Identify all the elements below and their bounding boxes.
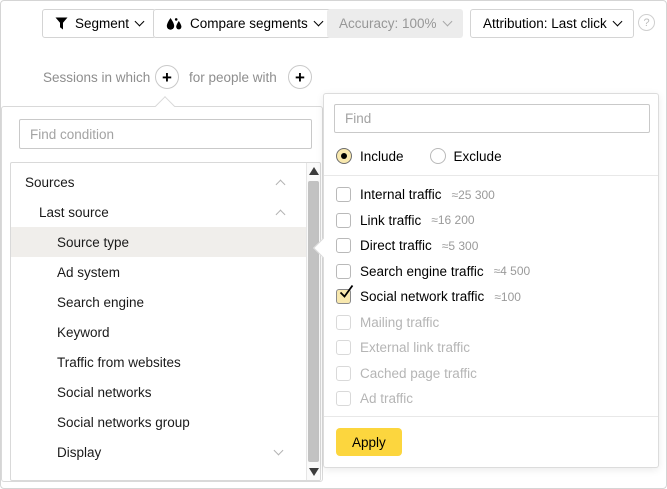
tree-item-traffic-from-websites[interactable]: Traffic from websites bbox=[11, 347, 306, 377]
exclude-label: Exclude bbox=[454, 149, 502, 164]
compare-segments-label: Compare segments bbox=[190, 16, 308, 31]
checkbox-icon bbox=[336, 315, 351, 330]
radio-icon[interactable] bbox=[430, 148, 446, 164]
option-cached-page-traffic: Cached page traffic bbox=[336, 361, 650, 387]
checkbox-icon bbox=[336, 366, 351, 381]
option-ad-traffic: Ad traffic bbox=[336, 386, 650, 412]
checkbox-icon bbox=[336, 391, 351, 406]
chevron-down-icon bbox=[313, 17, 323, 27]
tree-item-social-networks-group[interactable]: Social networks group bbox=[11, 407, 306, 437]
tree-item-ad-system[interactable]: Ad system bbox=[11, 257, 306, 287]
option-link-traffic[interactable]: Link traffic ≈16 200 bbox=[336, 208, 650, 234]
option-social-network-traffic[interactable]: Social network traffic ≈100 bbox=[336, 284, 650, 310]
tree-item-sources[interactable]: Sources bbox=[11, 167, 306, 197]
exclude-radio[interactable]: Exclude bbox=[430, 148, 502, 164]
tree-item-label: Keyword bbox=[57, 325, 110, 340]
tree-item-label: Social networks bbox=[57, 385, 152, 400]
scroll-up-icon[interactable] bbox=[309, 167, 319, 175]
source-type-popup: Include Exclude Internal traffic ≈25 300… bbox=[323, 93, 659, 468]
radio-selected-icon[interactable] bbox=[336, 148, 352, 164]
find-condition-input[interactable] bbox=[19, 119, 312, 149]
chevron-up-icon[interactable] bbox=[276, 209, 286, 219]
checkbox-icon[interactable] bbox=[336, 213, 351, 228]
add-people-condition-button[interactable]: + bbox=[288, 65, 312, 89]
tree-item-label: Traffic from websites bbox=[57, 355, 181, 370]
tree-item-search-engine[interactable]: Search engine bbox=[11, 287, 306, 317]
tree-item-source-type[interactable]: Source type bbox=[11, 227, 306, 257]
include-exclude-group: Include Exclude bbox=[336, 144, 502, 168]
apply-button[interactable]: Apply bbox=[336, 428, 402, 456]
find-input[interactable] bbox=[334, 104, 650, 133]
chevron-down-icon bbox=[612, 17, 622, 27]
option-internal-traffic[interactable]: Internal traffic ≈25 300 bbox=[336, 182, 650, 208]
checkbox-icon[interactable] bbox=[336, 264, 351, 279]
panel-caret bbox=[155, 96, 175, 116]
tree-item-social-networks[interactable]: Social networks bbox=[11, 377, 306, 407]
option-count: ≈25 300 bbox=[452, 188, 495, 202]
add-session-condition-button[interactable]: + bbox=[155, 65, 179, 89]
compare-droplets-icon bbox=[166, 17, 183, 31]
accuracy-dropdown[interactable]: Accuracy: 100% bbox=[327, 9, 463, 38]
filter-icon bbox=[55, 17, 68, 30]
attribution-label: Attribution: Last click bbox=[483, 16, 607, 31]
option-direct-traffic[interactable]: Direct traffic ≈5 300 bbox=[336, 233, 650, 259]
tree-item-label: Display bbox=[57, 445, 101, 460]
option-label: Search engine traffic bbox=[360, 264, 484, 279]
tree-item-keyword[interactable]: Keyword bbox=[11, 317, 306, 347]
scrollbar-thumb[interactable] bbox=[308, 181, 319, 462]
tree-item-last-source[interactable]: Last source bbox=[11, 197, 306, 227]
plus-icon: + bbox=[162, 69, 172, 86]
option-label: Ad traffic bbox=[360, 391, 413, 406]
option-mailing-traffic: Mailing traffic bbox=[336, 310, 650, 336]
chevron-up-icon[interactable] bbox=[276, 179, 286, 189]
include-radio[interactable]: Include bbox=[336, 148, 404, 164]
divider bbox=[324, 175, 658, 176]
include-label: Include bbox=[360, 149, 404, 164]
option-count: ≈4 500 bbox=[494, 264, 531, 278]
help-glyph: ? bbox=[643, 17, 649, 29]
segment-button-label: Segment bbox=[75, 16, 129, 31]
option-label: Social network traffic bbox=[360, 289, 484, 304]
attribution-dropdown[interactable]: Attribution: Last click bbox=[470, 9, 634, 38]
tree-item-label: Ad system bbox=[57, 265, 120, 280]
traffic-options-list: Internal traffic ≈25 300 Link traffic ≈1… bbox=[336, 182, 650, 412]
option-search-engine-traffic[interactable]: Search engine traffic ≈4 500 bbox=[336, 259, 650, 285]
accuracy-label: Accuracy: 100% bbox=[339, 16, 437, 31]
option-label: Direct traffic bbox=[360, 238, 432, 253]
chevron-down-icon[interactable] bbox=[274, 445, 284, 455]
tree-item-label: Source type bbox=[57, 235, 129, 250]
tree-item-label: Social networks group bbox=[57, 415, 190, 430]
condition-tree: Sources Last source Source type Ad syste… bbox=[10, 162, 321, 481]
chevron-down-icon bbox=[442, 17, 452, 27]
checkbox-icon[interactable] bbox=[336, 238, 351, 253]
segment-button[interactable]: Segment bbox=[42, 9, 156, 38]
option-label: Internal traffic bbox=[360, 187, 442, 202]
tree-item-display[interactable]: Display bbox=[11, 437, 306, 467]
sessions-in-which-label: Sessions in which bbox=[43, 70, 150, 85]
compare-segments-button[interactable]: Compare segments bbox=[153, 9, 335, 38]
plus-icon: + bbox=[295, 69, 305, 86]
option-count: ≈16 200 bbox=[431, 213, 474, 227]
for-people-with-label: for people with bbox=[189, 70, 277, 85]
help-icon[interactable]: ? bbox=[638, 14, 655, 31]
tree-item-label: Search engine bbox=[57, 295, 144, 310]
option-external-link-traffic: External link traffic bbox=[336, 335, 650, 361]
option-label: Mailing traffic bbox=[360, 315, 439, 330]
scrollbar[interactable] bbox=[306, 163, 320, 480]
tree-item-label: Sources bbox=[25, 175, 75, 190]
tree-item-label: Last source bbox=[39, 205, 109, 220]
chevron-down-icon bbox=[135, 17, 145, 27]
option-label: Cached page traffic bbox=[360, 366, 477, 381]
option-count: ≈100 bbox=[494, 290, 521, 304]
checkbox-icon[interactable] bbox=[336, 187, 351, 202]
checkbox-icon bbox=[336, 340, 351, 355]
option-label: Link traffic bbox=[360, 213, 421, 228]
divider bbox=[324, 416, 658, 417]
segmentation-widget: Segment Compare segments Accuracy: 100% … bbox=[0, 0, 667, 489]
condition-picker-panel: Sources Last source Source type Ad syste… bbox=[1, 106, 323, 482]
scroll-down-icon[interactable] bbox=[309, 468, 319, 476]
option-count: ≈5 300 bbox=[442, 239, 479, 253]
option-label: External link traffic bbox=[360, 340, 470, 355]
checkbox-checked-icon[interactable] bbox=[336, 289, 351, 304]
